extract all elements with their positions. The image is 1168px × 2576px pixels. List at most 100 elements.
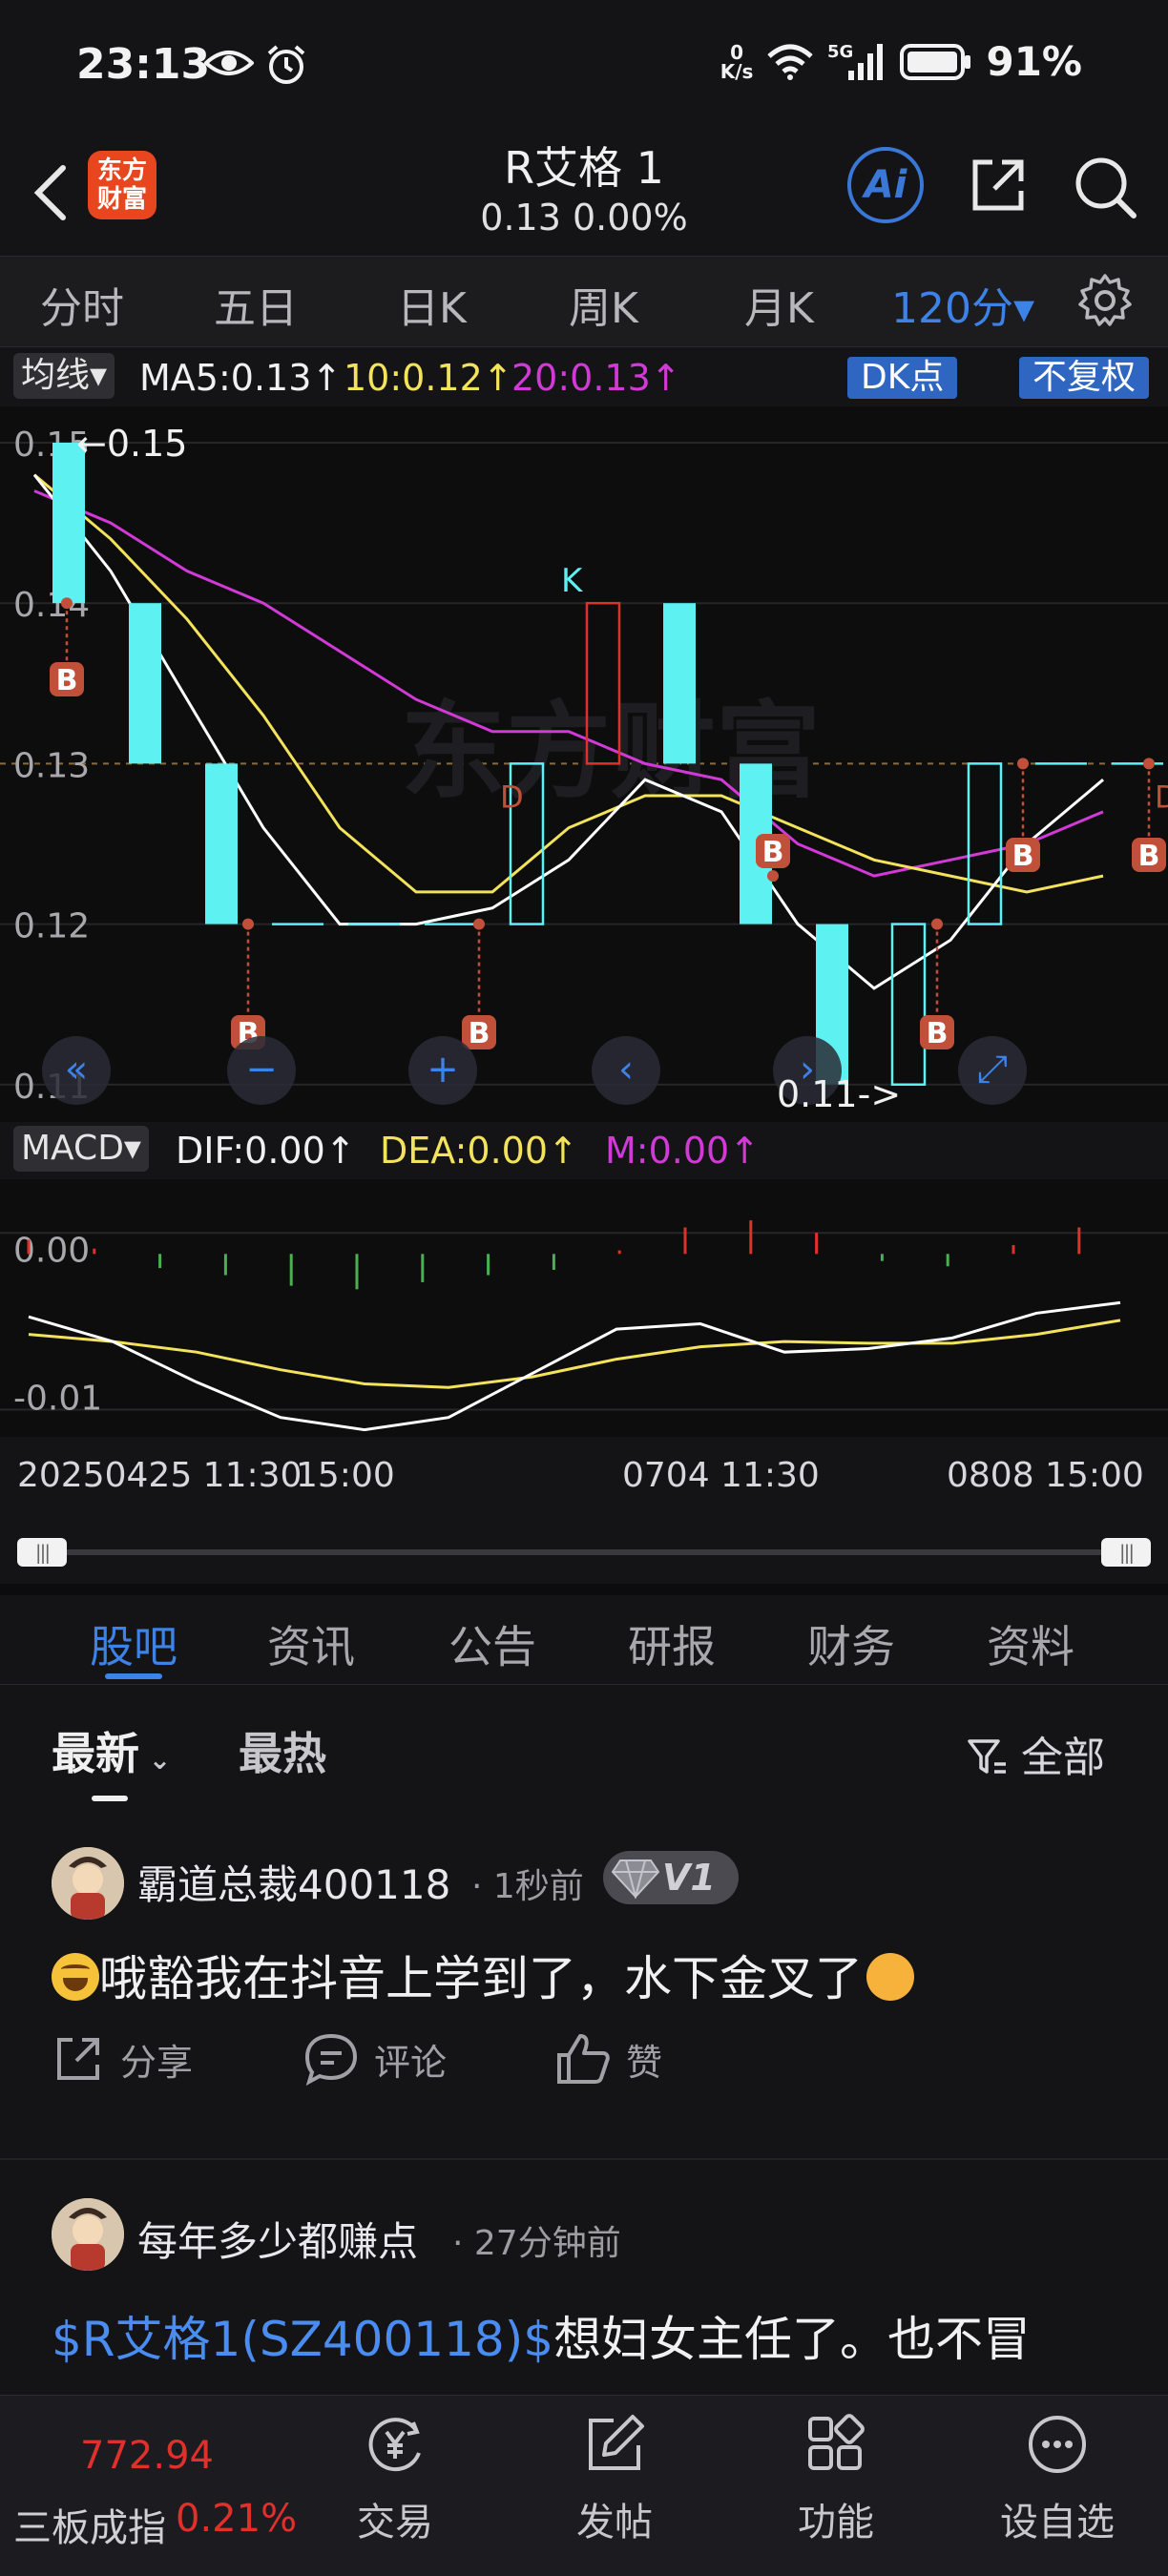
price-axis-label: 0.12: [13, 907, 90, 946]
scroller-track[interactable]: [46, 1549, 1122, 1555]
tab-weekly-k[interactable]: 周K: [569, 274, 638, 335]
tab-news[interactable]: 资讯: [267, 1612, 355, 1675]
nav-trade[interactable]: 交易: [328, 2411, 462, 2546]
nav-add-watchlist[interactable]: 设自选: [991, 2411, 1124, 2546]
price-axis-label: 0.13: [13, 746, 90, 785]
alarm-icon: [267, 45, 305, 84]
stock-header: 东方财富 R艾格 1 0.13 0.00% Ai: [0, 134, 1168, 256]
compose-icon: [589, 2415, 644, 2470]
avatar[interactable]: [52, 1847, 124, 1920]
time-range-scroller[interactable]: ||| |||: [17, 1538, 1151, 1567]
high-price-label: ←0.15: [76, 423, 187, 465]
thumbs-up-icon: [557, 2034, 610, 2084]
scroll-left-fast-button-glyph: «: [65, 1048, 88, 1091]
wifi-icon: [767, 44, 814, 80]
scroller-left-handle[interactable]: |||: [17, 1538, 67, 1567]
nav-post[interactable]: 发帖: [548, 2411, 681, 2546]
scroller-right-handle[interactable]: |||: [1101, 1538, 1151, 1567]
fullscreen-button-glyph: ⤢: [977, 1048, 1008, 1091]
tab-intraday[interactable]: 分时: [40, 274, 124, 335]
share-icon[interactable]: [968, 155, 1029, 216]
b-mark-label: B: [927, 1017, 949, 1050]
ma-legend: 均线▾ MA5:0.13↑ 10:0.12↑ 20:0.13↑ DK点 不复权: [0, 349, 1168, 406]
grid-apps-icon: [808, 2414, 865, 2470]
tab-announcements[interactable]: 公告: [448, 1612, 536, 1675]
b-mark-dot: [473, 918, 485, 930]
scroll-left-button-glyph: ‹: [618, 1048, 634, 1091]
tab-monthly-k[interactable]: 月K: [744, 274, 814, 335]
ma10-value: 10:0.12↑: [344, 357, 513, 399]
date-label-2: 15:00: [296, 1456, 395, 1495]
eye-icon: [204, 51, 254, 75]
nav-functions[interactable]: 功能: [769, 2411, 903, 2546]
filter-icon: [968, 1739, 1006, 1774]
filter-button[interactable]: 全部: [966, 1723, 1105, 1784]
yen-trade-icon: [368, 2418, 421, 2472]
signal-5g-icon: 5G: [827, 42, 884, 80]
share-icon: [57, 2038, 99, 2080]
post-username[interactable]: 每年多少都赚点: [137, 2210, 418, 2268]
fullscreen-button[interactable]: ⤢: [958, 1036, 1027, 1105]
scroll-left-button[interactable]: ‹: [592, 1036, 660, 1105]
index-value: 772.94: [80, 2434, 214, 2478]
sort-hottest[interactable]: 最热: [239, 1719, 326, 1782]
like-action[interactable]: 赞: [555, 2032, 662, 2086]
ma20-value: 20:0.13↑: [511, 357, 681, 399]
d-mark-label: D: [500, 779, 524, 815]
ai-button[interactable]: Ai: [847, 147, 924, 223]
macd-selector[interactable]: MACD▾: [13, 1126, 149, 1172]
post-actions: 分享 评论 赞: [52, 2025, 1101, 2091]
tab-daily-k[interactable]: 日K: [397, 274, 467, 335]
zoom-in-button[interactable]: +: [408, 1036, 477, 1105]
post-time: · 27分钟前: [452, 2224, 621, 2263]
zoom-out-button[interactable]: −: [227, 1036, 296, 1105]
candle: [663, 603, 696, 764]
m-value: M:0.00↑: [605, 1130, 761, 1172]
date-label-3: 0704 11:30: [622, 1456, 820, 1495]
tab-profile[interactable]: 资料: [987, 1612, 1074, 1675]
more-dots-icon: [1029, 2416, 1086, 2473]
tab-finance[interactable]: 财务: [807, 1612, 895, 1675]
post-username[interactable]: 霸道总裁400118: [137, 1853, 450, 1911]
search-icon[interactable]: [1073, 155, 1137, 219]
content-tabs: 股吧 资讯 公告 研报 财务 资料: [0, 1584, 1168, 1685]
tab-five-day[interactable]: 五日: [214, 274, 298, 335]
comment-action[interactable]: 评论: [303, 2032, 447, 2086]
battery-icon: [900, 43, 971, 80]
avatar[interactable]: [52, 2198, 124, 2271]
b-mark-dot: [61, 597, 73, 610]
tab-guba[interactable]: 股吧: [90, 1612, 177, 1675]
index-name: 三板成指: [13, 2506, 166, 2550]
sort-latest[interactable]: 最新 ⌄: [52, 1719, 171, 1782]
dif-value: DIF:0.00↑: [176, 1130, 356, 1172]
gear-icon[interactable]: [1076, 272, 1134, 329]
sort-bar: 最新 ⌄ 最热 全部: [0, 1685, 1168, 1801]
stock-link[interactable]: $R艾格1(SZ400118)$: [52, 2312, 553, 2367]
post-content[interactable]: 哦豁我在抖音上学到了，水下金叉了: [52, 1941, 914, 2009]
date-label-start: 20250425 11:30: [17, 1456, 302, 1495]
scroll-left-fast-button[interactable]: «: [42, 1036, 111, 1105]
candle: [205, 763, 238, 924]
diamond-icon: [611, 1859, 660, 1899]
macd-axis-label: 0.00: [13, 1231, 90, 1270]
b-mark-label: B: [469, 1017, 490, 1050]
tab-research[interactable]: 研报: [628, 1612, 716, 1675]
post-content[interactable]: $R艾格1(SZ400118)$想妇女主任了。也不冒: [52, 2301, 1031, 2370]
level-badge: V1: [603, 1851, 739, 1904]
date-axis: 20250425 11:30 15:00 0704 11:30 0808 15:…: [0, 1441, 1168, 1509]
date-label-end: 0808 15:00: [947, 1456, 1144, 1495]
dk-point-button[interactable]: DK点: [847, 357, 958, 399]
share-action[interactable]: 分享: [52, 2032, 193, 2086]
tab-120min[interactable]: 120分▾: [891, 274, 1034, 335]
candle: [129, 603, 161, 764]
price-chart[interactable]: 东方财富 0.150.140.130.120.11 BBBBBBBKDD «−+…: [0, 406, 1168, 1122]
indicator-selector[interactable]: 均线▾: [13, 353, 115, 399]
post-item[interactable]: 每年多少都赚点 · 27分钟前 $R艾格1(SZ400118)$想妇女主任了。也…: [0, 2160, 1168, 2395]
no-adjust-button[interactable]: 不复权: [1019, 357, 1150, 399]
dea-value: DEA:0.00↑: [380, 1130, 578, 1172]
post-time: · 1秒前: [471, 1867, 584, 1906]
macd-chart[interactable]: 0.00 -0.01: [0, 1179, 1168, 1437]
post-item[interactable]: 霸道总裁400118 · 1秒前 V1 哦豁我在抖音上学到了，水下金叉了 分享 …: [0, 1799, 1168, 2156]
b-mark-dot: [242, 918, 254, 930]
b-mark-label: B: [762, 836, 784, 869]
